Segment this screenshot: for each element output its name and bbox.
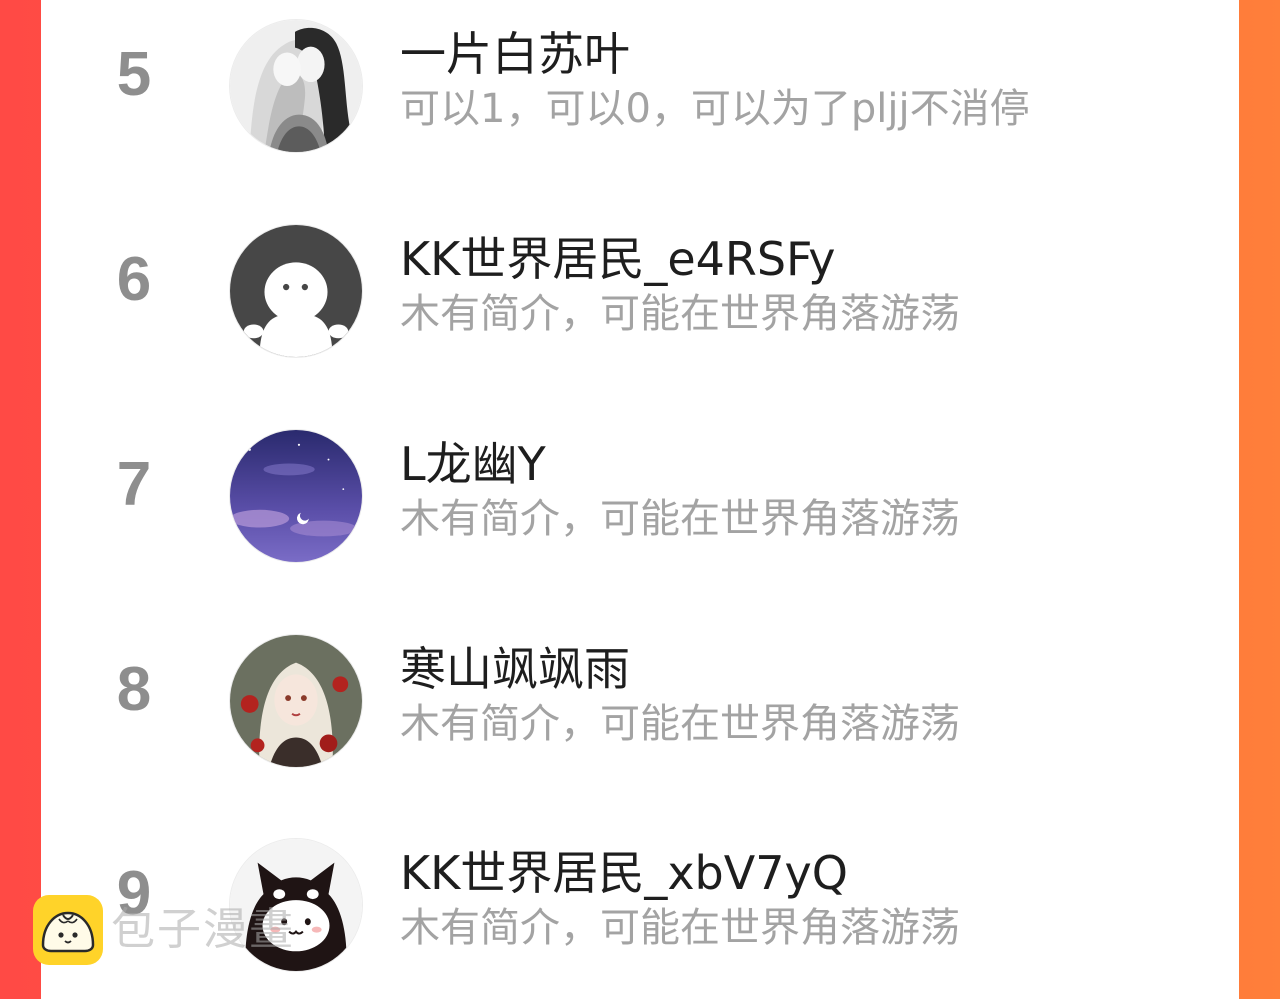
- user-name[interactable]: KK世界居民_xbV7yQ: [400, 845, 848, 901]
- ranking-row[interactable]: 6 KK世界居民_e4RSFy 木有简介，可能在世界角落游荡: [41, 211, 1239, 361]
- ranking-row[interactable]: 5 一片白苏叶 可以1，可以0，可以为了pljj不消停: [41, 6, 1239, 156]
- rank-number: 7: [116, 450, 152, 519]
- ranking-row[interactable]: 8 寒山飒飒雨 木有简介，可能在世界角落游荡: [41, 621, 1239, 771]
- user-name[interactable]: KK世界居民_e4RSFy: [400, 231, 836, 287]
- user-name[interactable]: L龙幽Y: [400, 436, 546, 492]
- baozi-watermark: 包子漫畫: [33, 894, 295, 966]
- user-bio: 可以1，可以0，可以为了pljj不消停: [400, 86, 1030, 132]
- rank-number: 8: [116, 655, 152, 724]
- user-bio: 木有简介，可能在世界角落游荡: [400, 291, 960, 337]
- watermark-text: 包子漫畫: [111, 904, 295, 955]
- rank-number: 5: [116, 40, 152, 109]
- anime-girl-flowers-avatar-icon[interactable]: [229, 634, 363, 768]
- baozi-bun-icon: [33, 895, 103, 965]
- ranking-row[interactable]: 7 L龙幽Y 木有简介，可能在世界角落游荡: [41, 416, 1239, 566]
- default-ghost-avatar-icon[interactable]: [229, 224, 363, 358]
- night-sky-avatar-icon[interactable]: [229, 429, 363, 563]
- rank-number: 6: [116, 245, 152, 314]
- girls-illustration-avatar-icon[interactable]: [229, 19, 363, 153]
- user-bio: 木有简介，可能在世界角落游荡: [400, 496, 960, 542]
- user-name[interactable]: 寒山飒飒雨: [400, 641, 630, 697]
- user-bio: 木有简介，可能在世界角落游荡: [400, 905, 960, 951]
- ranking-card: 5 一片白苏叶 可以1，可以0，可以为了pljj不消停 6 KK世界居民_e4R…: [41, 0, 1239, 999]
- user-bio: 木有简介，可能在世界角落游荡: [400, 701, 960, 747]
- user-name[interactable]: 一片白苏叶: [400, 26, 630, 82]
